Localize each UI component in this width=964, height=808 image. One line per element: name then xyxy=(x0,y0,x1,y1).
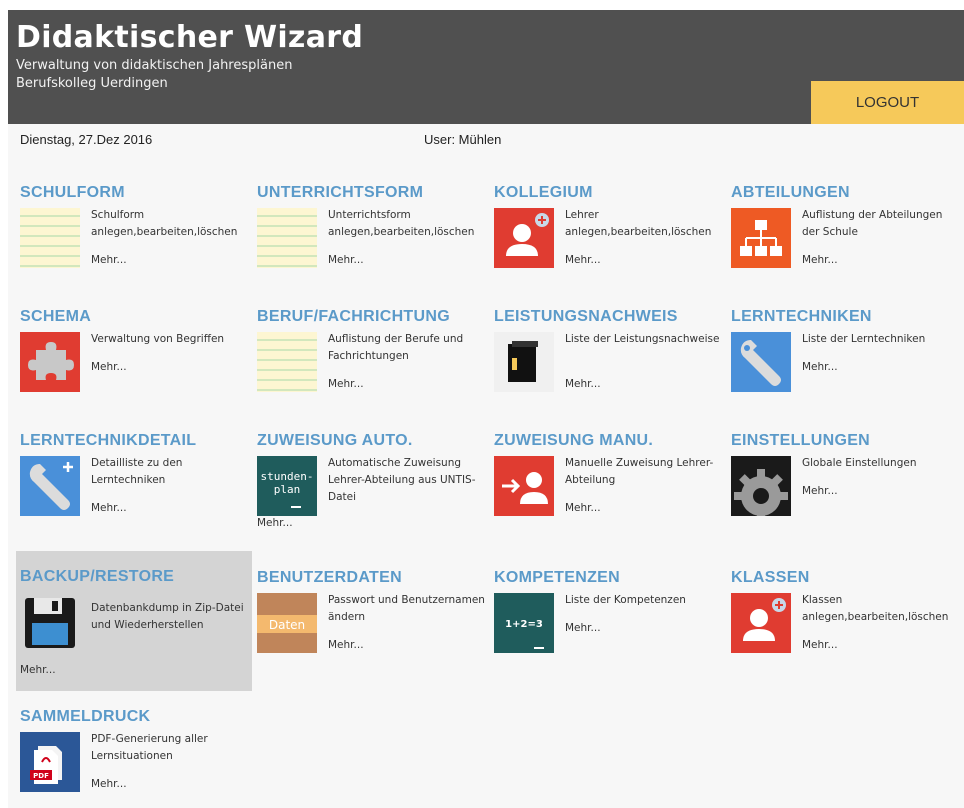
calculator-icon[interactable]: 1+2=3 xyxy=(494,593,554,653)
daten-icon[interactable]: Daten xyxy=(257,593,317,653)
more-link[interactable]: Mehr... xyxy=(91,361,127,373)
tile-backup-restore: BACKUP/RESTORE Datenbankdump in Zip-Date… xyxy=(16,551,252,691)
folder-icon[interactable] xyxy=(494,332,554,392)
school-name: Berufskolleg Uerdingen xyxy=(16,76,168,91)
header-bar: Didaktischer Wizard Verwaltung von didak… xyxy=(8,10,964,124)
stundenplan-text-2: plan xyxy=(274,483,301,496)
tile-title[interactable]: LERNTECHNIKEN xyxy=(731,308,872,326)
tile-lerntechnikdetail: LERNTECHNIKDETAIL Detailliste zu den Ler… xyxy=(16,424,252,554)
more-link[interactable]: Mehr... xyxy=(802,639,838,651)
tile-sammeldruck: SAMMELDRUCK PDF PDF-Generierung aller Le… xyxy=(16,700,252,808)
tile-title[interactable]: KOLLEGIUM xyxy=(494,184,593,202)
more-link[interactable]: Mehr... xyxy=(565,502,601,514)
tile-klassen: KLASSEN Klassen anlegen,bearbeiten,lösch… xyxy=(727,561,963,691)
lined-paper-icon[interactable] xyxy=(257,332,317,392)
tile-zuweisung-auto: ZUWEISUNG AUTO. stunden-plan Automatisch… xyxy=(253,424,489,554)
tile-title[interactable]: BERUF/FACHRICHTUNG xyxy=(257,308,450,326)
logout-button[interactable]: LOGOUT xyxy=(811,81,964,124)
more-link[interactable]: Mehr... xyxy=(328,378,364,390)
tile-schema: SCHEMA Verwaltung von Begriffen Mehr... xyxy=(16,300,252,430)
more-link[interactable]: Mehr... xyxy=(565,622,601,634)
daten-label: Daten xyxy=(269,618,305,632)
calculator-text: 1+2=3 xyxy=(505,619,543,630)
tile-description: Liste der Kompetenzen xyxy=(565,594,686,606)
tile-title[interactable]: LEISTUNGSNACHWEIS xyxy=(494,308,678,326)
tile-description: Verwaltung von Begriffen xyxy=(91,333,225,345)
tile-description: Klassen anlegen,bearbeiten,löschen xyxy=(802,594,949,623)
tile-description: Auflistung der Berufe und Fachrichtungen xyxy=(328,333,464,362)
tile-title[interactable]: ZUWEISUNG MANU. xyxy=(494,432,653,450)
tile-description: Auflistung der Abteilungen der Schule xyxy=(802,209,943,238)
tile-title[interactable]: KOMPETENZEN xyxy=(494,569,620,587)
stundenplan-icon[interactable]: stunden-plan xyxy=(257,456,317,516)
more-link[interactable]: Mehr... xyxy=(257,517,293,529)
tile-title[interactable]: SCHULFORM xyxy=(20,184,125,202)
tile-description: Detailliste zu den Lerntechniken xyxy=(91,457,183,486)
tile-description: Automatische Zuweisung Lehrer-Abteilung … xyxy=(328,457,476,503)
tile-title[interactable]: ZUWEISUNG AUTO. xyxy=(257,432,413,450)
more-link[interactable]: Mehr... xyxy=(802,361,838,373)
tile-description: Liste der Lerntechniken xyxy=(802,333,926,345)
tile-lerntechniken: LERNTECHNIKEN Liste der Lerntechniken Me… xyxy=(727,300,963,430)
tile-description: Schulform anlegen,bearbeiten,löschen xyxy=(91,209,238,238)
tile-title[interactable]: EINSTELLUNGEN xyxy=(731,432,870,450)
tile-description: Liste der Leistungsnachweise xyxy=(565,333,720,345)
tile-title[interactable]: KLASSEN xyxy=(731,569,810,587)
app-window: Didaktischer Wizard Verwaltung von didak… xyxy=(8,10,964,808)
tile-benutzerdaten: BENUTZERDATEN Daten Passwort und Benutze… xyxy=(253,561,489,691)
tile-description: Datenbankdump in Zip-Datei und Wiederher… xyxy=(91,602,244,631)
tile-title[interactable]: SAMMELDRUCK xyxy=(20,708,150,726)
tile-title[interactable]: SCHEMA xyxy=(20,308,91,326)
current-user: User: Mühlen xyxy=(424,132,502,147)
tile-description: PDF-Generierung aller Lernsituationen xyxy=(91,733,208,762)
stundenplan-text-1: stunden- xyxy=(261,470,314,483)
tile-einstellungen: EINSTELLUNGEN Globale Einstellungen Mehr… xyxy=(727,424,963,554)
more-link[interactable]: Mehr... xyxy=(328,639,364,651)
wrench-icon[interactable] xyxy=(731,332,791,392)
tile-unterrichtsform: UNTERRICHTSFORM Unterrichtsform anlegen,… xyxy=(253,176,489,306)
more-link[interactable]: Mehr... xyxy=(565,378,601,390)
tile-kompetenzen: KOMPETENZEN 1+2=3 Liste der Kompetenzen … xyxy=(490,561,726,691)
more-link[interactable]: Mehr... xyxy=(91,254,127,266)
more-link[interactable]: Mehr... xyxy=(91,502,127,514)
tile-description: Unterrichtsform anlegen,bearbeiten,lösch… xyxy=(328,209,475,238)
gear-icon[interactable] xyxy=(731,456,791,516)
floppy-disk-icon[interactable] xyxy=(20,593,80,653)
add-user-icon[interactable] xyxy=(494,208,554,268)
tile-title[interactable]: BACKUP/RESTORE xyxy=(20,568,174,586)
tile-description: Globale Einstellungen xyxy=(802,457,917,469)
tile-description: Lehrer anlegen,bearbeiten,löschen xyxy=(565,209,712,238)
pdf-label: PDF xyxy=(33,772,49,780)
assign-user-icon[interactable] xyxy=(494,456,554,516)
tile-title[interactable]: UNTERRICHTSFORM xyxy=(257,184,423,202)
tile-schulform: SCHULFORM Schulform anlegen,bearbeiten,l… xyxy=(16,176,252,306)
org-chart-icon[interactable] xyxy=(731,208,791,268)
tile-kollegium: KOLLEGIUM Lehrer anlegen,bearbeiten,lösc… xyxy=(490,176,726,306)
app-title: Didaktischer Wizard xyxy=(16,20,364,55)
tile-zuweisung-manu: ZUWEISUNG MANU. Manuelle Zuweisung Lehre… xyxy=(490,424,726,554)
more-link[interactable]: Mehr... xyxy=(802,254,838,266)
tile-title[interactable]: ABTEILUNGEN xyxy=(731,184,850,202)
more-link[interactable]: Mehr... xyxy=(91,778,127,790)
tile-description: Passwort und Benutzernamen ändern xyxy=(328,594,485,623)
add-user-icon[interactable] xyxy=(731,593,791,653)
pdf-icon[interactable]: PDF xyxy=(20,732,80,792)
app-subtitle: Verwaltung von didaktischen Jahresplänen xyxy=(16,58,293,73)
tile-beruf-fachrichtung: BERUF/FACHRICHTUNG Auflistung der Berufe… xyxy=(253,300,489,430)
puzzle-icon[interactable] xyxy=(20,332,80,392)
tile-title[interactable]: LERNTECHNIKDETAIL xyxy=(20,432,196,450)
more-link[interactable]: Mehr... xyxy=(802,485,838,497)
tile-abteilungen: ABTEILUNGEN Auflistung der Abteilungen d… xyxy=(727,176,963,306)
wrench-plus-icon[interactable] xyxy=(20,456,80,516)
lined-paper-icon[interactable] xyxy=(20,208,80,268)
lined-paper-icon[interactable] xyxy=(257,208,317,268)
more-link[interactable]: Mehr... xyxy=(565,254,601,266)
tile-leistungsnachweis: LEISTUNGSNACHWEIS Liste der Leistungsnac… xyxy=(490,300,726,430)
more-link[interactable]: Mehr... xyxy=(328,254,364,266)
current-date: Dienstag, 27.Dez 2016 xyxy=(20,132,153,147)
tile-title[interactable]: BENUTZERDATEN xyxy=(257,569,402,587)
more-link[interactable]: Mehr... xyxy=(20,664,56,676)
tile-description: Manuelle Zuweisung Lehrer-Abteilung xyxy=(565,457,714,486)
